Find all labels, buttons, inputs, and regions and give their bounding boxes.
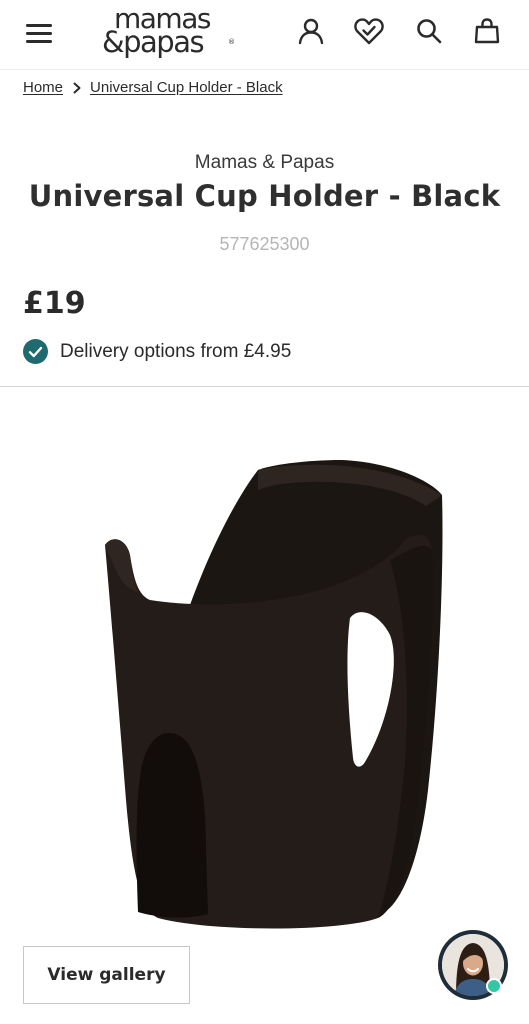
user-icon[interactable] — [294, 14, 328, 48]
breadcrumb-home-link[interactable]: Home — [23, 79, 63, 96]
search-icon[interactable] — [412, 14, 446, 48]
breadcrumb: Home Universal Cup Holder - Black — [23, 76, 283, 98]
site-header: mamas &papas ® — [0, 0, 529, 70]
product-brand: Mamas & Papas — [194, 152, 335, 173]
product-price: £19 — [23, 286, 86, 321]
menu-icon[interactable] — [26, 22, 54, 46]
check-circle-icon — [23, 339, 48, 364]
chevron-right-icon — [72, 81, 82, 94]
online-status-dot — [486, 978, 502, 994]
logo-line-2: &papas — [102, 25, 205, 59]
product-title: Universal Cup Holder - Black — [28, 179, 501, 213]
breadcrumb-current-link[interactable]: Universal Cup Holder - Black — [90, 79, 283, 96]
logo-registered-mark: ® — [228, 38, 235, 46]
chat-agent-avatar[interactable] — [438, 930, 508, 1000]
heart-icon[interactable] — [352, 14, 386, 48]
divider — [0, 386, 529, 387]
cup-holder-image[interactable] — [60, 440, 480, 940]
bag-icon[interactable] — [470, 14, 504, 48]
mamas-papas-logo[interactable]: mamas &papas ® — [100, 2, 240, 64]
view-gallery-button[interactable]: View gallery — [23, 946, 190, 1004]
delivery-info[interactable]: Delivery options from £4.95 — [23, 339, 291, 364]
product-sku: 577625300 — [219, 234, 310, 254]
delivery-text: Delivery options from £4.95 — [60, 340, 292, 362]
